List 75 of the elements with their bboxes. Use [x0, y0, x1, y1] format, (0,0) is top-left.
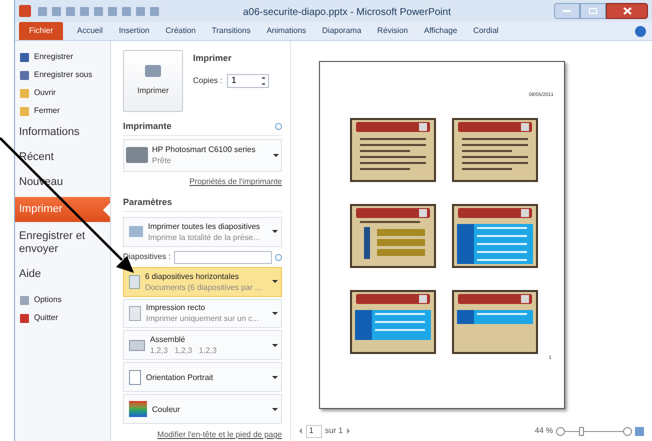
window-title: a06-securite-diapo.pptx - Microsoft PowerPoint — [243, 6, 451, 20]
slides-icon — [129, 226, 143, 238]
nav-command[interactable]: Quitter — [15, 309, 110, 327]
ribbon-tab[interactable]: Affichage — [416, 22, 466, 40]
document-icon — [129, 306, 141, 321]
settings-dropdown[interactable]: 6 diapositives horizontales Documents (6 diapositives par ... — [123, 266, 282, 297]
settings-dropdown[interactable]: Assemblé 1,2,3 1,2,3 1,2,3 — [123, 330, 282, 360]
app-logo-icon — [19, 5, 31, 17]
nav-command[interactable]: Fermer — [15, 102, 110, 120]
nav-item[interactable]: Enregistrer et envoyer — [15, 224, 110, 262]
color-icon — [129, 401, 147, 418]
zoom-out-icon[interactable] — [556, 426, 565, 436]
settings-dropdown[interactable]: Imprimer toutes les diapositives Imprime la totalité de la prése... — [123, 216, 282, 247]
copies-label: Copies : — [193, 74, 222, 86]
dropdown-arrow-icon — [272, 280, 278, 284]
spinner-arrows-icon — [262, 76, 266, 84]
next-page-icon[interactable] — [346, 428, 350, 434]
nav-command[interactable]: Enregistrer — [15, 48, 110, 66]
nav-item[interactable]: Récent — [15, 145, 110, 170]
nav-command[interactable]: Ouvrir — [15, 84, 110, 102]
grid-icon — [129, 274, 140, 289]
nav-item[interactable]: Informations — [15, 120, 110, 145]
help-icon[interactable] — [635, 26, 646, 37]
slides-input[interactable] — [174, 250, 272, 264]
slides-label: Diapositives : — [123, 251, 171, 264]
zoom-slider-thumb[interactable] — [579, 426, 584, 436]
maximize-icon — [589, 8, 597, 14]
ribbon-tab[interactable]: Diaporama — [314, 22, 370, 40]
ribbon-tab[interactable]: Accueil — [69, 22, 111, 40]
printer-dropdown[interactable]: HP Photosmart C6100 series Prête — [123, 138, 282, 172]
dropdown-arrow-icon — [272, 312, 278, 315]
minimize-icon — [563, 10, 571, 12]
close-icon — [622, 7, 632, 15]
settings-dropdown[interactable]: Impression recto Imprimer uniquement sur un c... — [123, 298, 282, 328]
ribbon-tab[interactable]: Transitions — [204, 22, 259, 40]
close-button[interactable] — [606, 3, 648, 19]
zoom-in-icon[interactable] — [623, 426, 632, 436]
nav-command[interactable]: Options — [15, 291, 110, 309]
zoom-level: 44 % — [534, 425, 553, 437]
settings-dropdown[interactable]: Couleur — [123, 394, 282, 424]
nav-command[interactable]: Enregistrer sous — [15, 66, 110, 84]
dropdown-arrow-icon — [272, 408, 278, 411]
ribbon-tab[interactable]: Animations — [258, 22, 314, 40]
previous-page-icon[interactable] — [299, 428, 302, 434]
dropdown-arrow-icon — [272, 230, 278, 234]
section-heading: Imprimer — [193, 52, 233, 65]
page-total: sur 1 — [325, 425, 343, 437]
page-field[interactable]: 1 — [306, 424, 322, 438]
minimize-button[interactable] — [554, 3, 580, 19]
print-button[interactable]: Imprimer — [123, 50, 183, 112]
info-icon — [275, 123, 282, 130]
ribbon-tab[interactable]: Création — [158, 22, 204, 40]
ribbon-tab[interactable]: Cordial — [465, 22, 507, 40]
ribbon-tab[interactable]: Fichier — [19, 22, 64, 40]
document-icon — [20, 296, 29, 304]
pages-icon — [129, 340, 145, 351]
maximize-button[interactable] — [580, 3, 606, 19]
ribbon-tab[interactable]: Révision — [369, 22, 416, 40]
dropdown-arrow-icon — [272, 344, 278, 347]
nav-item[interactable]: Aide — [15, 262, 110, 287]
page-icon — [129, 370, 141, 385]
printer-icon — [126, 147, 148, 164]
header-footer-link[interactable]: Modifier l'en-tête et le pied de page — [157, 429, 282, 441]
section-heading: Paramètres — [123, 196, 172, 210]
dropdown-arrow-icon — [272, 376, 278, 379]
settings-dropdown[interactable]: Orientation Portrait — [123, 362, 282, 392]
printer-properties-link[interactable]: Propriétés de l'imprimante — [189, 176, 282, 188]
printer-icon — [145, 65, 161, 77]
section-heading: Imprimante — [123, 120, 172, 133]
fit-to-window-icon[interactable] — [635, 426, 644, 436]
copies-spinner[interactable]: 1 — [227, 74, 270, 88]
info-icon — [275, 254, 282, 261]
close-icon — [20, 314, 29, 322]
ribbon-tab[interactable]: Insertion — [110, 22, 158, 40]
dropdown-arrow-icon — [273, 154, 279, 157]
